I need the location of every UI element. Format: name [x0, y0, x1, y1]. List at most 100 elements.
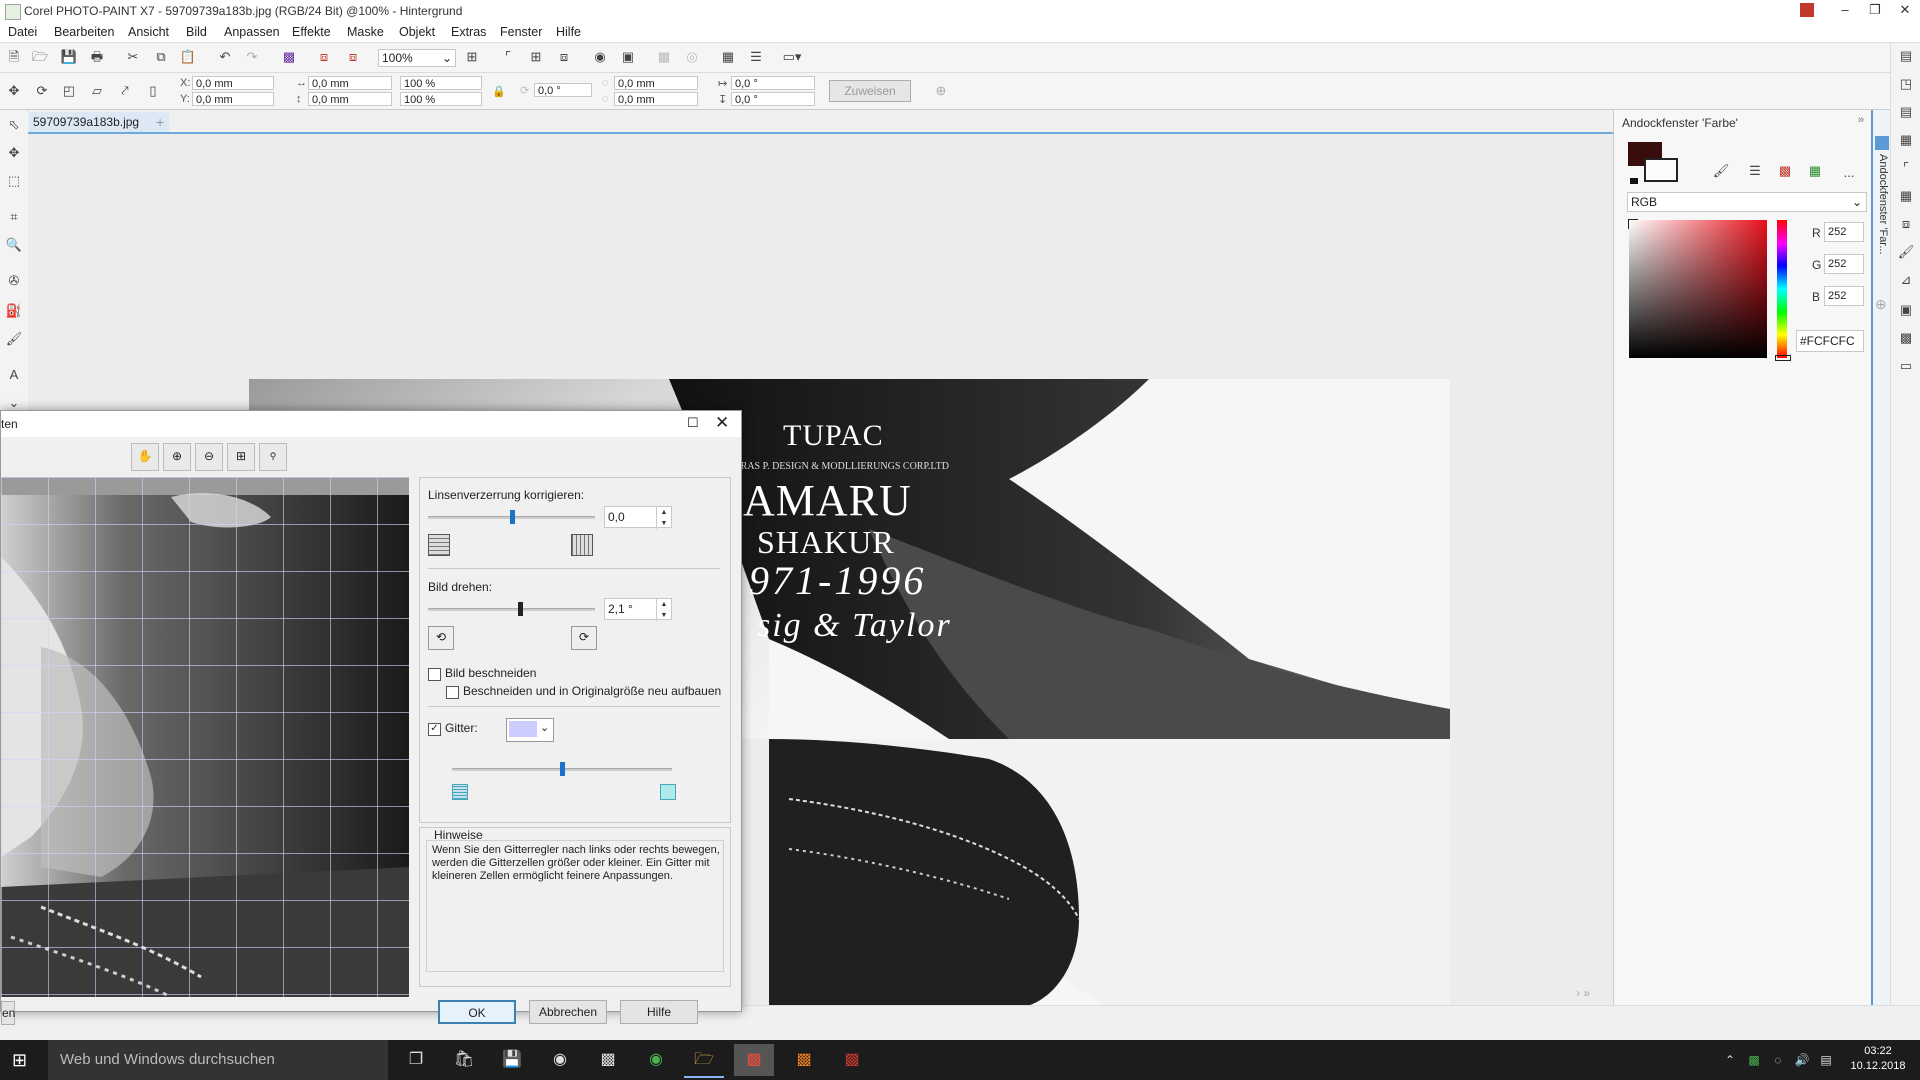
brush-tool-icon[interactable]: 🖌 — [3, 328, 25, 350]
texture-icon[interactable]: ▦ — [1895, 185, 1917, 207]
guidelines-icon[interactable]: ⧈ — [553, 46, 575, 68]
zoom-select[interactable]: 100% ⌄ — [378, 49, 456, 67]
show-mask-icon[interactable]: ▣ — [617, 46, 639, 68]
skew-vertical-field[interactable]: 0,0 ° — [731, 92, 815, 106]
dialog-maximize-button[interactable]: ☐ — [687, 415, 699, 431]
minimize-button[interactable]: – — [1830, 0, 1860, 22]
text-tool-icon[interactable]: A — [3, 364, 25, 386]
scale-mode-icon[interactable]: ◰ — [58, 80, 80, 102]
crop-image-checkbox[interactable] — [428, 668, 441, 681]
zoom-out-icon[interactable]: ⊖ — [195, 443, 223, 471]
rotate-spinner[interactable]: ▲ ▼ — [656, 599, 671, 621]
width-field[interactable]: 0,0 mm — [308, 76, 392, 90]
crop-tool-icon[interactable]: ⌗ — [3, 206, 25, 228]
add-icon[interactable]: ⊕ — [930, 80, 952, 102]
paste-icon[interactable]: 📋 — [177, 46, 199, 68]
ruler-docker-icon[interactable]: ⌜ — [1895, 157, 1917, 179]
rotate-angle-field[interactable]: 2,1 ° ▲ ▼ — [604, 598, 672, 621]
partial-left-button[interactable]: en — [1, 1001, 15, 1025]
blue-field[interactable]: 252 — [1824, 286, 1864, 306]
hand-icon[interactable]: ✋ — [131, 443, 159, 471]
lock-icon[interactable]: 🔒 — [492, 85, 506, 98]
task-view-icon[interactable]: ❐ — [396, 1044, 436, 1076]
color-palette-icon[interactable]: ▦ — [1804, 160, 1826, 182]
color-viewer-icon[interactable]: ▩ — [1774, 160, 1796, 182]
add-docker-icon[interactable]: ⊕ — [1875, 296, 1887, 313]
scroll-arrows-icon[interactable]: › » — [1576, 986, 1590, 1000]
crop-resize-checkbox[interactable] — [446, 686, 459, 699]
image-docker-icon[interactable]: ▣ — [1895, 299, 1917, 321]
show-object-icon[interactable]: ◉ — [589, 46, 611, 68]
scale-width-field[interactable]: 100 % — [400, 76, 482, 90]
transform-tool-icon[interactable]: ✥ — [3, 142, 25, 164]
skew-horizontal-field[interactable]: 0,0 ° — [731, 76, 815, 90]
new-icon[interactable]: 🗎 — [3, 46, 25, 68]
eyedropper-icon[interactable]: 🖌 — [1710, 160, 1732, 182]
notifications-icon[interactable]: ▤ — [1816, 1044, 1836, 1076]
measure-icon[interactable]: ⊿ — [1895, 269, 1917, 291]
zoom-in-icon[interactable]: ⊕ — [163, 443, 191, 471]
grid-color-picker[interactable]: ⌄ — [506, 718, 554, 742]
lens-distortion-slider-thumb[interactable] — [509, 510, 515, 524]
mask-overlay-icon[interactable]: ◎ — [681, 46, 703, 68]
redo-icon[interactable]: ↷ — [241, 46, 263, 68]
rotate-slider[interactable] — [428, 608, 595, 611]
rotation-angle-field[interactable]: 0,0 ° — [534, 83, 592, 97]
launch-icon[interactable]: ▭▾ — [781, 46, 803, 68]
chrome-icon[interactable]: ◉ — [636, 1044, 676, 1076]
wifi-icon[interactable]: ◌ — [1768, 1044, 1788, 1076]
ok-button[interactable]: OK — [438, 1000, 516, 1024]
corel-app-icon[interactable]: ▩ — [832, 1044, 872, 1076]
app-icon[interactable]: 💾 — [492, 1044, 532, 1076]
import-icon[interactable]: ⧈ — [313, 46, 335, 68]
menu-maske[interactable]: Maske — [347, 25, 384, 39]
lens-spinner[interactable]: ▲ ▼ — [656, 507, 671, 529]
menu-hilfe[interactable]: Hilfe — [556, 25, 581, 39]
file-explorer-icon[interactable]: 🗁 — [684, 1044, 724, 1078]
windows-start-icon[interactable]: ⊞ — [12, 1050, 32, 1070]
color-wheel-icon[interactable]: ◉ — [540, 1044, 580, 1076]
photo-app-icon[interactable]: ▩ — [588, 1044, 628, 1076]
position-icon[interactable]: ✥ — [3, 80, 25, 102]
rotate-right-icon[interactable]: ⟳ — [571, 626, 597, 650]
layers-icon[interactable]: ▩ — [1895, 327, 1917, 349]
history-icon[interactable]: ◳ — [1895, 73, 1917, 95]
lens-distortion-field[interactable]: 0,0 ▲ ▼ — [604, 506, 672, 529]
rotate-left-icon[interactable]: ⟲ — [428, 626, 454, 650]
copy-icon[interactable]: ⧉ — [150, 46, 172, 68]
zoom-100-icon[interactable]: ⚲ — [259, 443, 287, 471]
dialog-close-button[interactable]: ✕ — [715, 413, 729, 433]
rulers-icon[interactable]: ⌜ — [497, 46, 519, 68]
close-button[interactable]: ✕ — [1890, 0, 1920, 22]
new-tab-icon[interactable]: + — [156, 114, 164, 130]
corel-launcher-icon[interactable]: ▩ — [278, 46, 300, 68]
camera-icon[interactable]: ▭ — [1895, 355, 1917, 377]
center-y-field[interactable]: 0,0 mm — [614, 92, 698, 106]
grid-icon[interactable]: ⊞ — [525, 46, 547, 68]
hex-field[interactable]: #FCFCFC — [1796, 330, 1864, 352]
more-tools-icon[interactable]: ⌄ — [3, 396, 25, 410]
taskbar-clock[interactable]: 03:22 10.12.2018 — [1848, 1044, 1908, 1074]
image-adjust-icon[interactable]: ▦ — [717, 46, 739, 68]
print-icon[interactable]: 🖶 — [86, 46, 108, 68]
menu-bild[interactable]: Bild — [186, 25, 207, 39]
menu-anpassen[interactable]: Anpassen — [224, 25, 280, 39]
swap-colors-icon[interactable] — [1630, 178, 1638, 184]
chevron-up-icon[interactable]: ⌃ — [1720, 1044, 1740, 1076]
mask-tool-icon[interactable]: ⬚ — [3, 170, 25, 192]
color-field[interactable] — [1629, 220, 1767, 358]
export-icon[interactable]: ⧈ — [342, 46, 364, 68]
more-options-icon[interactable]: ... — [1838, 162, 1860, 184]
menu-fenster[interactable]: Fenster — [500, 25, 542, 39]
docker-collapse-icon[interactable]: » — [1858, 114, 1864, 126]
taskbar-search[interactable]: Web und Windows durchsuchen — [48, 1040, 388, 1080]
menu-extras[interactable]: Extras — [451, 25, 486, 39]
info-icon[interactable]: ▦ — [1895, 129, 1917, 151]
grid-size-slider-thumb[interactable] — [560, 762, 565, 776]
pick-tool-icon[interactable]: ⬁ — [3, 114, 25, 136]
apply-button[interactable]: Zuweisen — [829, 80, 911, 102]
network-icon[interactable]: ▩ — [1744, 1044, 1764, 1076]
zoom-fit-icon[interactable]: ⊞ — [227, 443, 255, 471]
maximize-button[interactable]: ❐ — [1860, 0, 1890, 22]
channels-icon[interactable]: ▤ — [1895, 101, 1917, 123]
